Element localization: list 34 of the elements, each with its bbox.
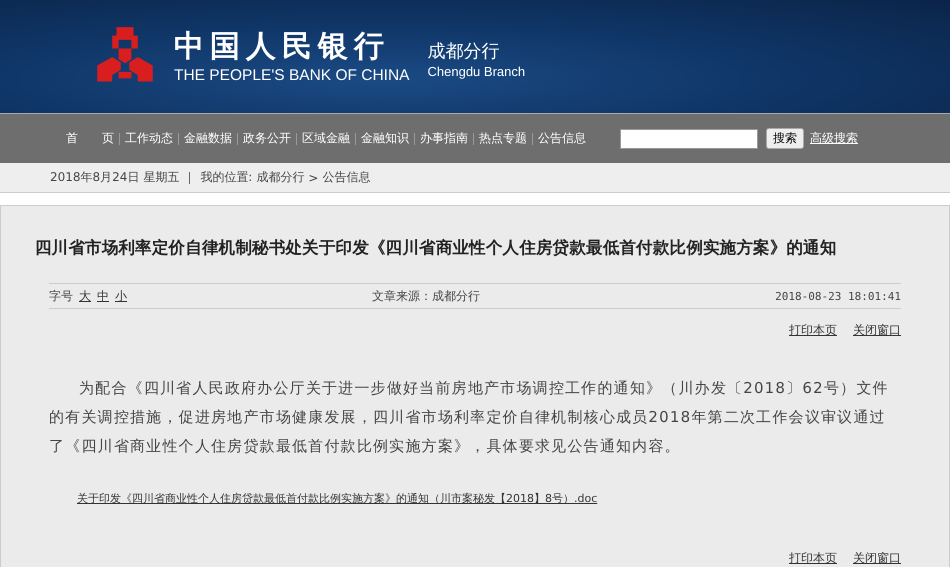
font-size-label: 字号	[49, 288, 73, 304]
location-label: 我的位置:	[200, 169, 252, 186]
font-size-link[interactable]: 大	[79, 288, 91, 304]
action-link[interactable]: 打印本页	[789, 322, 837, 339]
search-button[interactable]: 搜索	[766, 128, 804, 149]
nav-link[interactable]: 区域金融	[298, 130, 354, 147]
bank-name: 中国人民银行	[174, 28, 391, 66]
nav-link[interactable]: 政务公开	[239, 130, 295, 147]
advanced-search-link[interactable]: 高级搜索	[810, 130, 858, 147]
breadcrumb-separator: >	[308, 170, 318, 184]
font-size-link[interactable]: 小	[115, 288, 127, 304]
article-source: 文章来源：成都分行	[372, 288, 480, 304]
nav-link[interactable]: 首 页	[62, 130, 118, 147]
article-body: 为配合《四川省人民政府办公厅关于进一步做好当前房地产市场调控工作的通知》（川办发〔2018〕62号）文件的有关调控措施，促进房地产市场健康发展，四川省市场利率定价自律机制核心成员2018年第二次工作会议审议通过了《四川省商业性个人住房贷款最低首付款比例实施方案》，具体要求见公告通知内容。	[49, 378, 890, 457]
action-link[interactable]: 关闭窗口	[853, 550, 901, 567]
font-size-link[interactable]: 中	[97, 288, 109, 304]
branch-name-english: Chengdu Branch	[428, 64, 526, 79]
nav-link[interactable]: 公告信息	[534, 130, 590, 147]
nav-link[interactable]: 金融知识	[357, 130, 413, 147]
nav-link[interactable]: 金融数据	[180, 130, 236, 147]
search-field[interactable]	[620, 128, 758, 148]
breadcrumb-link[interactable]: 公告信息	[322, 169, 370, 186]
nav-link[interactable]: 工作动态	[121, 130, 177, 147]
nav-link[interactable]: 热点专题	[475, 130, 531, 147]
action-link[interactable]: 关闭窗口	[853, 322, 901, 339]
attachment-link[interactable]: 关于印发《四川省商业性个人住房贷款最低首付款比例实施方案》的通知（川市案秘发【2018】8号）.doc	[77, 491, 901, 506]
date-text: 2018年8月24日 星期五	[50, 169, 180, 186]
breadcrumb-link[interactable]: 成都分行	[256, 169, 304, 186]
timestamp: 2018-08-23 18:01:41	[775, 290, 901, 302]
nav-link[interactable]: 办事指南	[416, 130, 472, 147]
article-title: 四川省市场利率定价自律机制秘书处关于印发《四川省商业性个人住房贷款最低首付款比例实施方案》的通知	[35, 237, 838, 259]
action-link[interactable]: 打印本页	[789, 550, 837, 567]
bank-name-english: THE PEOPLE'S BANK OF CHINA	[174, 66, 410, 86]
branch-name: 成都分行	[428, 40, 501, 64]
